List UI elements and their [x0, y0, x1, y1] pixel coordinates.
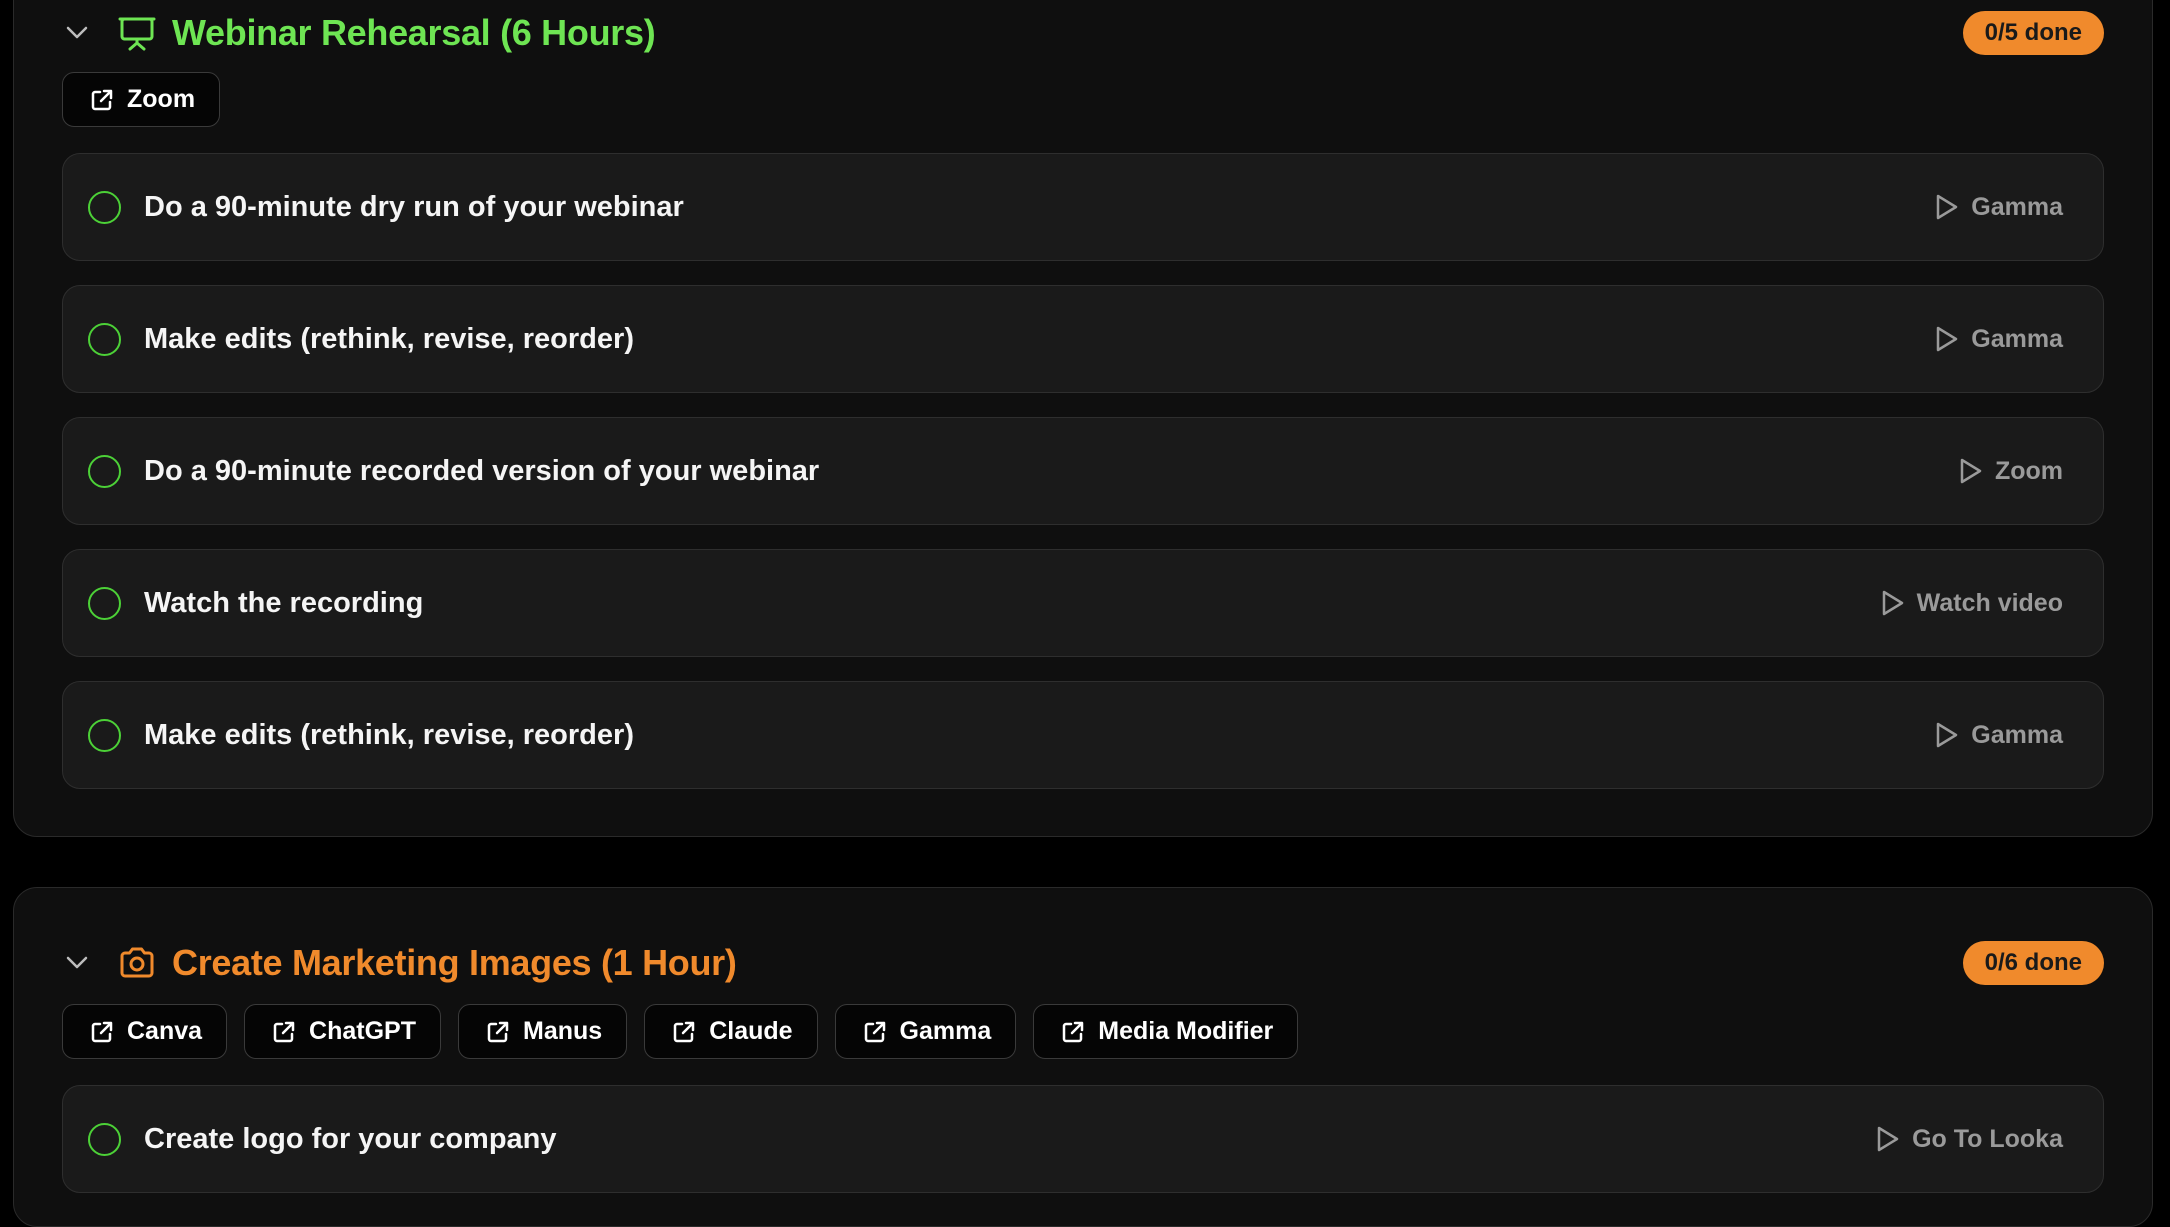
camera-icon: [118, 944, 156, 982]
section-create-marketing-images: Create Marketing Images (1 Hour) 0/6 don…: [13, 887, 2153, 1227]
tool-link-gamma[interactable]: Gamma: [834, 1004, 1017, 1059]
external-link-icon: [673, 1021, 695, 1042]
task-action-label: Gamma: [1971, 324, 2063, 353]
external-link-icon: [91, 89, 113, 110]
progress-badge: 0/6 done: [1962, 941, 2104, 985]
tool-link-zoom[interactable]: Zoom: [62, 72, 221, 127]
task-checkbox[interactable]: [88, 718, 121, 752]
progress-badge: 0/5 done: [1962, 11, 2104, 55]
task-item: Do a 90-minute dry run of your webinar G…: [62, 153, 2104, 261]
task-checkbox[interactable]: [88, 190, 121, 224]
play-icon: [1882, 590, 1903, 616]
section-header: Create Marketing Images (1 Hour) 0/6 don…: [62, 937, 2104, 989]
play-icon: [1877, 1126, 1899, 1152]
tool-link-manus[interactable]: Manus: [458, 1004, 628, 1059]
task-item: Make edits (rethink, revise, reorder) Ga…: [62, 285, 2104, 393]
task-action-label: Go To Looka: [1912, 1124, 2063, 1153]
task-action-label: Gamma: [1971, 192, 2063, 221]
task-item: Do a 90-minute recorded version of your …: [62, 417, 2104, 525]
tool-link-label: Gamma: [899, 1017, 992, 1045]
external-link-icon: [864, 1021, 885, 1042]
task-action-gamma[interactable]: Gamma: [1935, 325, 2063, 354]
task-action-gamma[interactable]: Gamma: [1935, 193, 2063, 222]
play-icon: [1937, 194, 1958, 220]
section-title: Create Marketing Images (1 Hour): [172, 942, 737, 983]
tool-link-canva[interactable]: Canva: [62, 1004, 228, 1059]
task-label: Make edits (rethink, revise, reorder): [144, 718, 634, 751]
chevron-down-icon[interactable]: [62, 948, 92, 978]
task-checkbox[interactable]: [88, 322, 121, 356]
external-link-icon: [1063, 1021, 1084, 1042]
task-action-label: Gamma: [1971, 720, 2063, 749]
tool-link-label: ChatGPT: [309, 1017, 416, 1045]
tool-link-label: Manus: [523, 1017, 603, 1045]
play-icon: [1937, 722, 1958, 748]
presentation-board-icon: [118, 14, 156, 52]
task-checkbox[interactable]: [88, 454, 121, 488]
section-webinar-rehearsal: Webinar Rehearsal (6 Hours) 0/5 done Zoo…: [13, 0, 2153, 837]
play-icon: [1960, 458, 1982, 484]
section-header: Webinar Rehearsal (6 Hours) 0/5 done: [62, 7, 2104, 59]
external-link-icon: [91, 1021, 113, 1042]
task-label: Watch the recording: [144, 586, 424, 619]
chevron-down-icon[interactable]: [62, 18, 92, 48]
task-action-label: Zoom: [1994, 456, 2063, 485]
task-action-go-to-looka[interactable]: Go To Looka: [1876, 1125, 2063, 1154]
task-action-label: Watch video: [1916, 588, 2063, 617]
tool-link-label: Zoom: [127, 85, 196, 113]
tool-link-media-modifier[interactable]: Media Modifier: [1033, 1004, 1299, 1059]
task-item: Create logo for your company Go To Looka: [62, 1085, 2104, 1193]
task-label: Do a 90-minute recorded version of your …: [144, 454, 820, 487]
task-checkbox[interactable]: [88, 1122, 121, 1156]
task-item: Make edits (rethink, revise, reorder) Ga…: [62, 681, 2104, 789]
task-item: Watch the recording Watch video: [62, 549, 2104, 657]
task-checkbox[interactable]: [88, 586, 121, 620]
tool-links: Zoom: [62, 72, 221, 127]
tool-links: Canva ChatGPT Manus Claude Gamma Media M…: [62, 1004, 1299, 1059]
tool-link-label: Canva: [127, 1017, 203, 1045]
task-action-watch-video[interactable]: Watch video: [1881, 589, 2063, 618]
task-label: Make edits (rethink, revise, reorder): [144, 322, 634, 355]
section-title: Webinar Rehearsal (6 Hours): [172, 12, 656, 53]
task-label: Create logo for your company: [144, 1122, 557, 1155]
tool-link-claude[interactable]: Claude: [644, 1004, 818, 1059]
external-link-icon: [273, 1021, 295, 1042]
tool-link-label: Media Modifier: [1098, 1017, 1274, 1045]
task-action-gamma[interactable]: Gamma: [1935, 721, 2063, 750]
tool-link-chatgpt[interactable]: ChatGPT: [244, 1004, 441, 1059]
play-icon: [1937, 326, 1958, 352]
tool-link-label: Claude: [709, 1017, 793, 1045]
task-action-zoom[interactable]: Zoom: [1959, 457, 2063, 486]
task-label: Do a 90-minute dry run of your webinar: [144, 190, 684, 223]
external-link-icon: [487, 1021, 509, 1042]
